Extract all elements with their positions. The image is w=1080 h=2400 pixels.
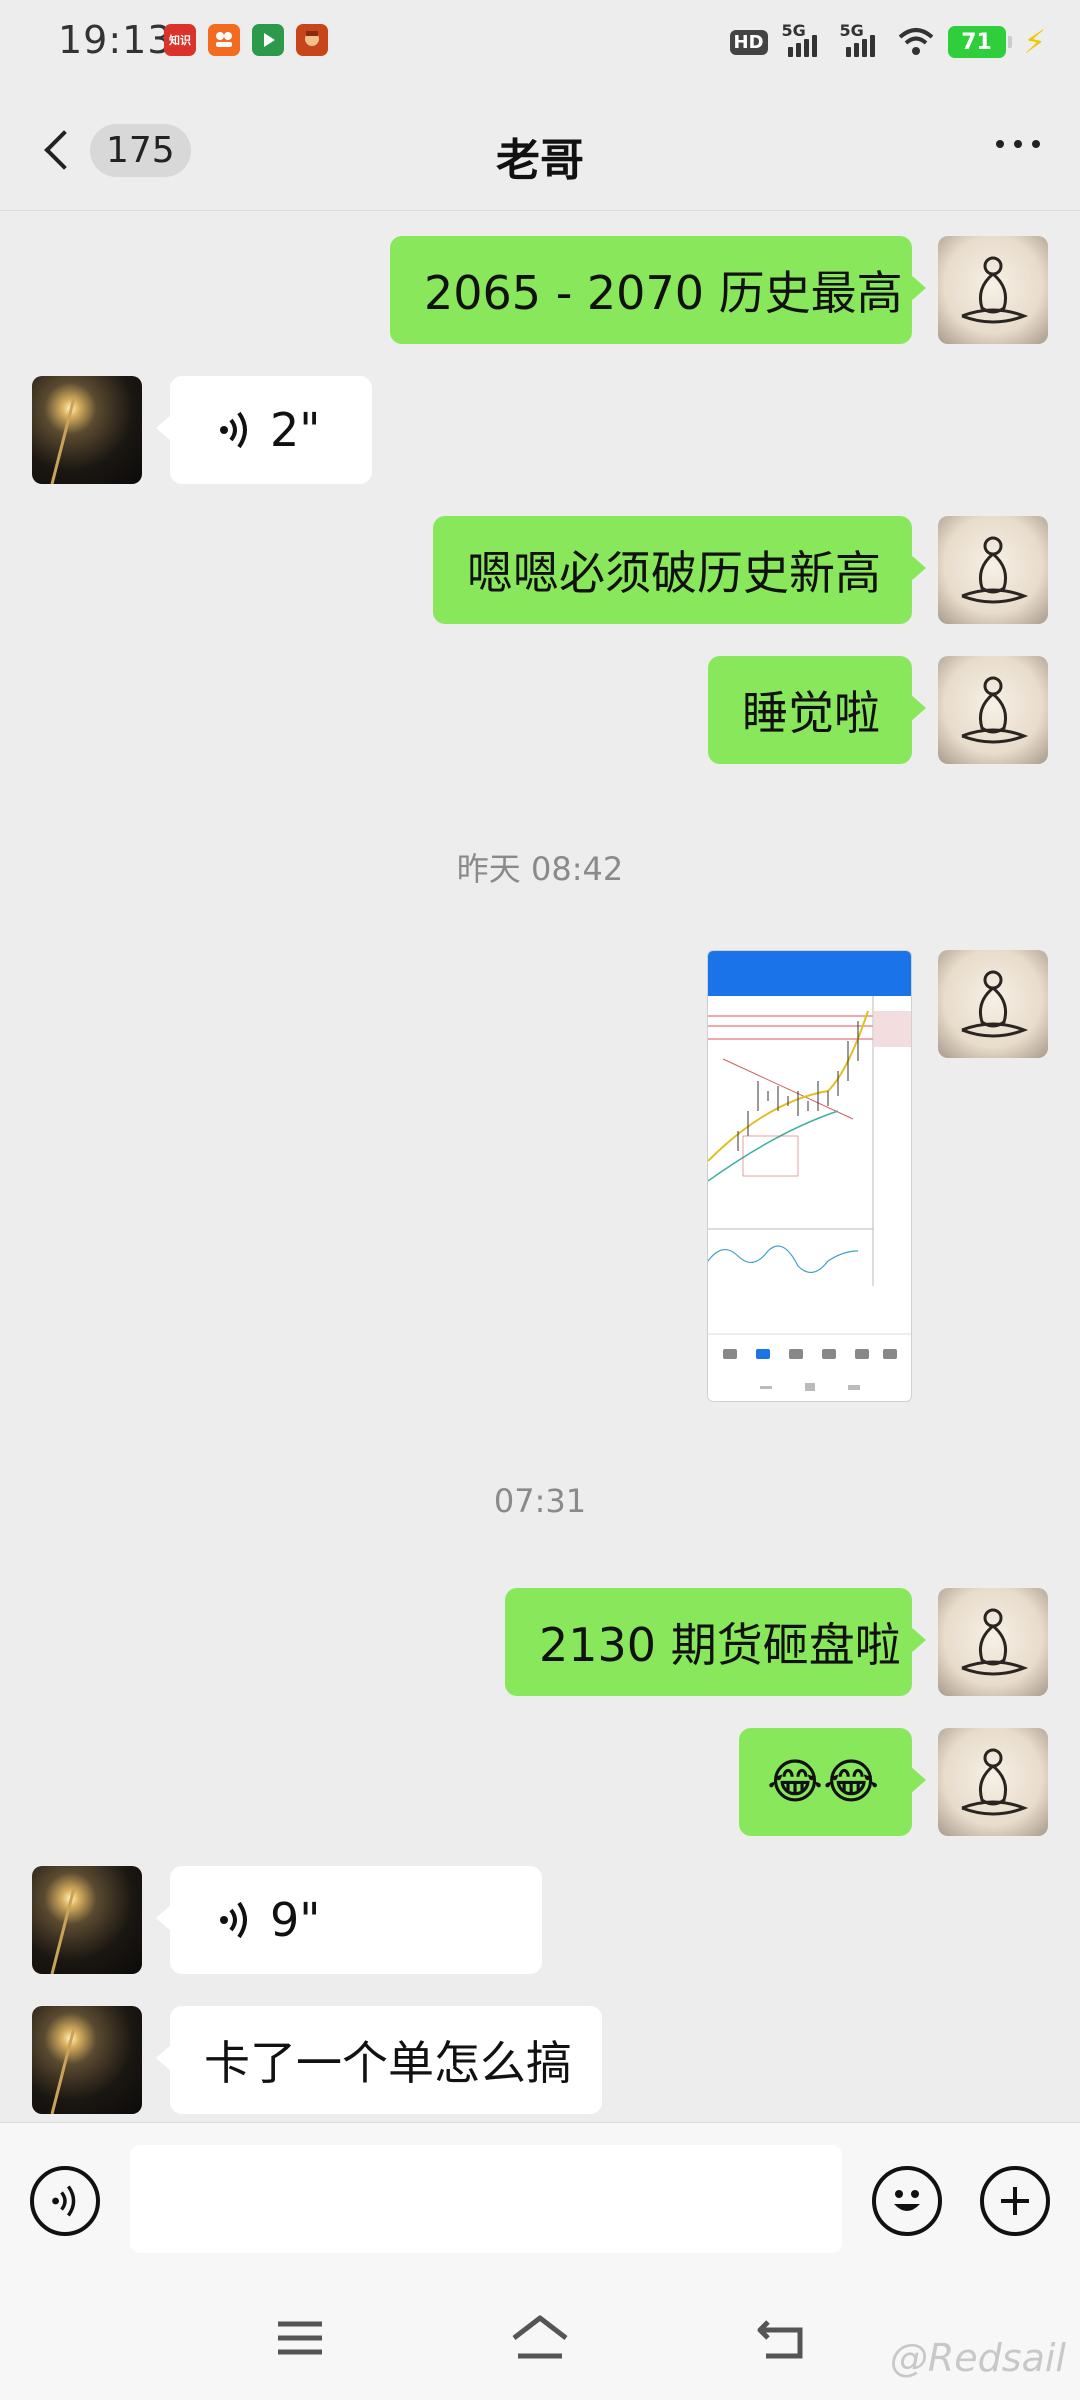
system-navigation-bar: @Redsail [0,2278,1080,2400]
message-bubble-contact[interactable]: 卡了一个单怎么搞 [156,2006,602,2114]
contact-avatar[interactable] [32,2006,142,2114]
orange-app-icon [208,24,240,56]
zhishi-app-icon: 知识 [164,24,196,56]
menu-icon[interactable] [276,2318,324,2358]
more-dot-icon [1032,140,1040,148]
game-app-icon [296,24,328,56]
self-avatar[interactable] [938,950,1048,1058]
self-avatar[interactable] [938,656,1048,764]
signal-5g-1-icon: 5G [782,21,826,57]
signal-5g-2-icon: 5G [840,21,884,57]
back-nav-icon[interactable] [756,2316,806,2362]
chat-timestamp: 07:31 [493,1482,587,1520]
message-input[interactable] [130,2145,842,2253]
self-avatar[interactable] [938,516,1048,624]
hd-badge: HD [729,29,768,55]
more-dot-icon [996,140,1004,148]
message-bubble-self[interactable]: 😂😂 [739,1728,926,1836]
image-message-thumbnail[interactable] [707,950,912,1402]
more-dot-icon [1014,140,1022,148]
self-avatar[interactable] [938,1728,1048,1836]
emoji-button[interactable] [872,2166,942,2236]
chat-input-bar [0,2122,1080,2279]
battery-indicator: 71 [947,26,1012,58]
voice-duration: 9" [270,1893,321,1947]
voice-duration: 2" [270,403,321,457]
more-options-button[interactable] [996,140,1040,148]
voice-message-bubble[interactable]: 9" [156,1866,542,1974]
self-avatar[interactable] [938,1588,1048,1696]
plus-icon [1001,2187,1029,2215]
voice-wave-icon [220,411,247,449]
chat-title: 老哥 [496,135,584,186]
message-bubble-self[interactable]: 嗯嗯必须破历史新高 [433,516,926,624]
voice-message-bubble[interactable]: 2" [156,376,372,484]
voice-input-button[interactable] [30,2166,100,2236]
charging-icon: ⚡ [1023,23,1046,61]
message-bubble-self[interactable]: 2065 - 2070 历史最高 [390,236,926,344]
contact-avatar[interactable] [32,1866,142,1974]
wifi-icon [898,28,933,55]
status-time: 19:13 [58,18,173,62]
chat-header: 175 老哥 [0,90,1080,211]
status-indicators: HD 5G 5G 71 ⚡ [729,21,1046,62]
video-app-icon [252,24,284,56]
smiley-icon [894,2190,920,2211]
add-attachment-button[interactable] [980,2166,1050,2236]
emoji-text: 😂😂 [767,1754,880,1810]
trading-chart-screenshot [708,951,911,1391]
status-bar: 19:13 知识 HD 5G 5G 71 ⚡ [0,0,1080,84]
contact-avatar[interactable] [32,376,142,484]
voice-wave-icon [220,1901,247,1939]
self-avatar[interactable] [938,236,1048,344]
message-bubble-self[interactable]: 2130 期货砸盘啦 [505,1588,926,1696]
chat-timestamp: 昨天 08:42 [456,850,624,888]
home-icon[interactable] [510,2314,570,2362]
watermark: @Redsail [889,2336,1066,2380]
message-bubble-self[interactable]: 睡觉啦 [708,656,926,764]
voice-wave-icon [52,2185,76,2217]
